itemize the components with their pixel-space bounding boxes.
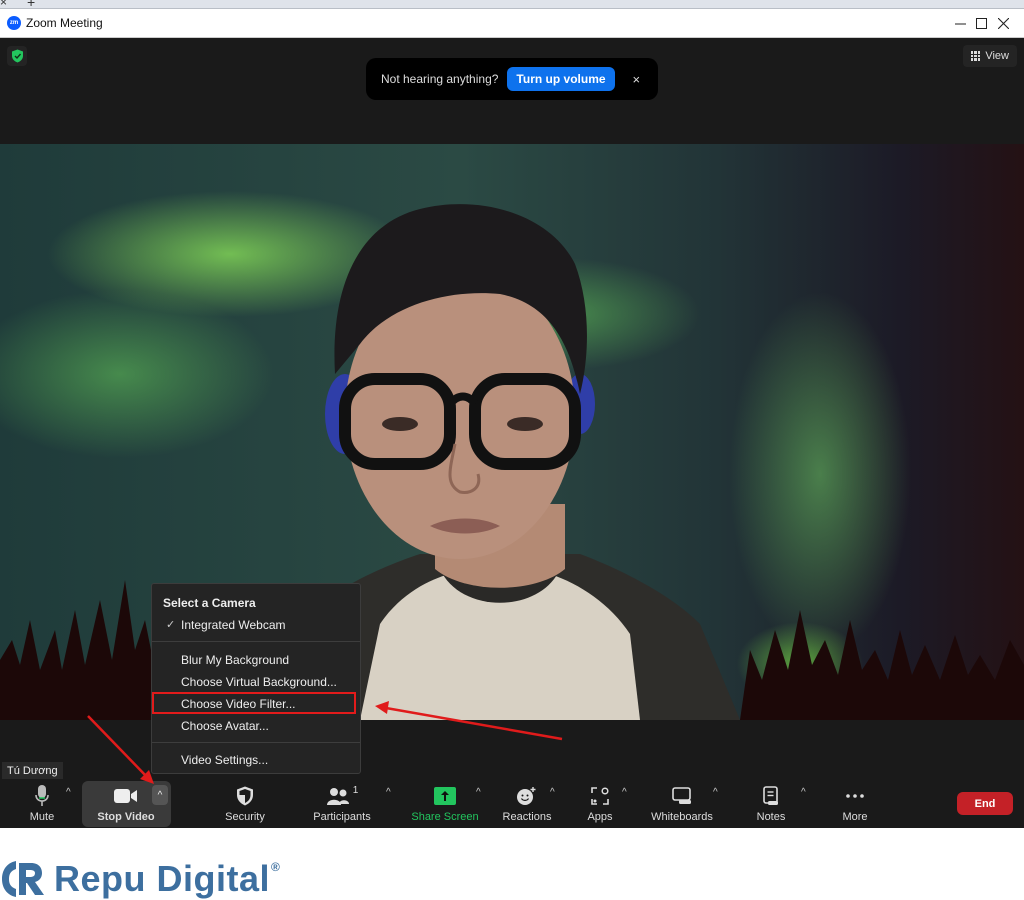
turn-up-volume-button[interactable]: Turn up volume (507, 67, 615, 91)
more-dots-icon (846, 794, 864, 798)
meeting-window: View Not hearing anything? Turn up volum… (0, 38, 1024, 828)
menu-item-choose-avatar[interactable]: Choose Avatar... (181, 719, 269, 733)
apps-button[interactable]: Apps (582, 781, 618, 827)
video-filter-highlight-box (152, 692, 356, 714)
smiley-icon (517, 787, 536, 805)
share-screen-icon (434, 787, 456, 805)
grid-icon (970, 51, 981, 61)
apps-options-caret[interactable]: ^ (622, 787, 627, 798)
notes-button[interactable]: Notes (752, 781, 790, 827)
security-shield-icon (237, 786, 253, 806)
brand-logo: Repu Digital ® (2, 858, 280, 900)
window-title: Zoom Meeting (26, 16, 103, 30)
audio-notice-banner: Not hearing anything? Turn up volume × (366, 58, 658, 100)
repu-digital-logo-icon (2, 861, 44, 897)
window-titlebar: zm Zoom Meeting (0, 9, 1024, 38)
participant-name-tag: Tú Dương (2, 762, 63, 779)
menu-divider (152, 641, 360, 642)
participants-label: Participants (313, 811, 371, 823)
notes-options-caret[interactable]: ^ (801, 787, 806, 798)
close-icon (997, 18, 1009, 29)
stop-video-label: Stop Video (97, 811, 155, 823)
share-screen-label: Share Screen (411, 811, 479, 823)
view-button[interactable]: View (962, 45, 1017, 67)
mute-label: Mute (29, 811, 55, 823)
close-window-button[interactable] (983, 9, 1023, 38)
whiteboard-icon (672, 787, 691, 804)
menu-item-virtual-background[interactable]: Choose Virtual Background... (181, 675, 337, 689)
meeting-toolbar: Mute ^ Stop Video ^ Security 1 Participa… (0, 781, 1024, 828)
mute-button[interactable]: Mute (22, 781, 62, 827)
menu-item-video-settings[interactable]: Video Settings... (181, 753, 268, 767)
shield-check-icon (11, 49, 23, 63)
tab-close-icon[interactable]: × (0, 0, 7, 9)
registered-mark: ® (271, 860, 280, 874)
share-screen-button[interactable]: Share Screen (411, 781, 479, 827)
security-button[interactable]: Security (220, 781, 270, 827)
participants-options-caret[interactable]: ^ (386, 787, 391, 798)
notes-icon (763, 786, 778, 805)
microphone-icon (35, 785, 49, 806)
menu-divider (152, 742, 360, 743)
apps-label: Apps (587, 811, 613, 823)
video-options-caret[interactable]: ^ (152, 785, 168, 805)
notes-label: Notes (756, 811, 786, 823)
brand-name: Repu Digital (54, 858, 271, 899)
more-label: More (842, 811, 868, 823)
audio-options-caret[interactable]: ^ (66, 787, 71, 798)
participants-button[interactable]: 1 Participants (310, 781, 374, 827)
security-label: Security (225, 811, 265, 823)
notice-message: Not hearing anything? (381, 72, 499, 86)
reactions-options-caret[interactable]: ^ (550, 787, 555, 798)
menu-item-blur-background[interactable]: Blur My Background (181, 653, 289, 667)
participants-count: 1 (352, 785, 359, 796)
dismiss-notice-button[interactable]: × (633, 72, 641, 87)
reactions-label: Reactions (502, 811, 552, 823)
checkmark-icon: ✓ (166, 619, 176, 631)
reactions-button[interactable]: Reactions (500, 781, 554, 827)
menu-item-integrated-webcam[interactable]: Integrated Webcam (181, 618, 286, 632)
whiteboards-label: Whiteboards (651, 811, 713, 823)
more-button[interactable]: More (836, 781, 874, 827)
video-camera-icon (114, 789, 137, 803)
view-label: View (985, 50, 1009, 62)
browser-tab-strip: × + (0, 0, 1024, 10)
zoom-app-icon: zm (7, 16, 21, 30)
participants-icon (326, 788, 349, 805)
camera-options-menu: Select a Camera ✓ Integrated Webcam Blur… (151, 583, 361, 774)
whiteboards-options-caret[interactable]: ^ (713, 787, 718, 798)
whiteboards-button[interactable]: Whiteboards (648, 781, 716, 827)
apps-icon (591, 787, 609, 805)
end-meeting-button[interactable]: End (957, 792, 1013, 815)
security-status-button[interactable] (7, 46, 27, 66)
menu-header: Select a Camera (163, 596, 256, 610)
share-options-caret[interactable]: ^ (476, 787, 481, 798)
